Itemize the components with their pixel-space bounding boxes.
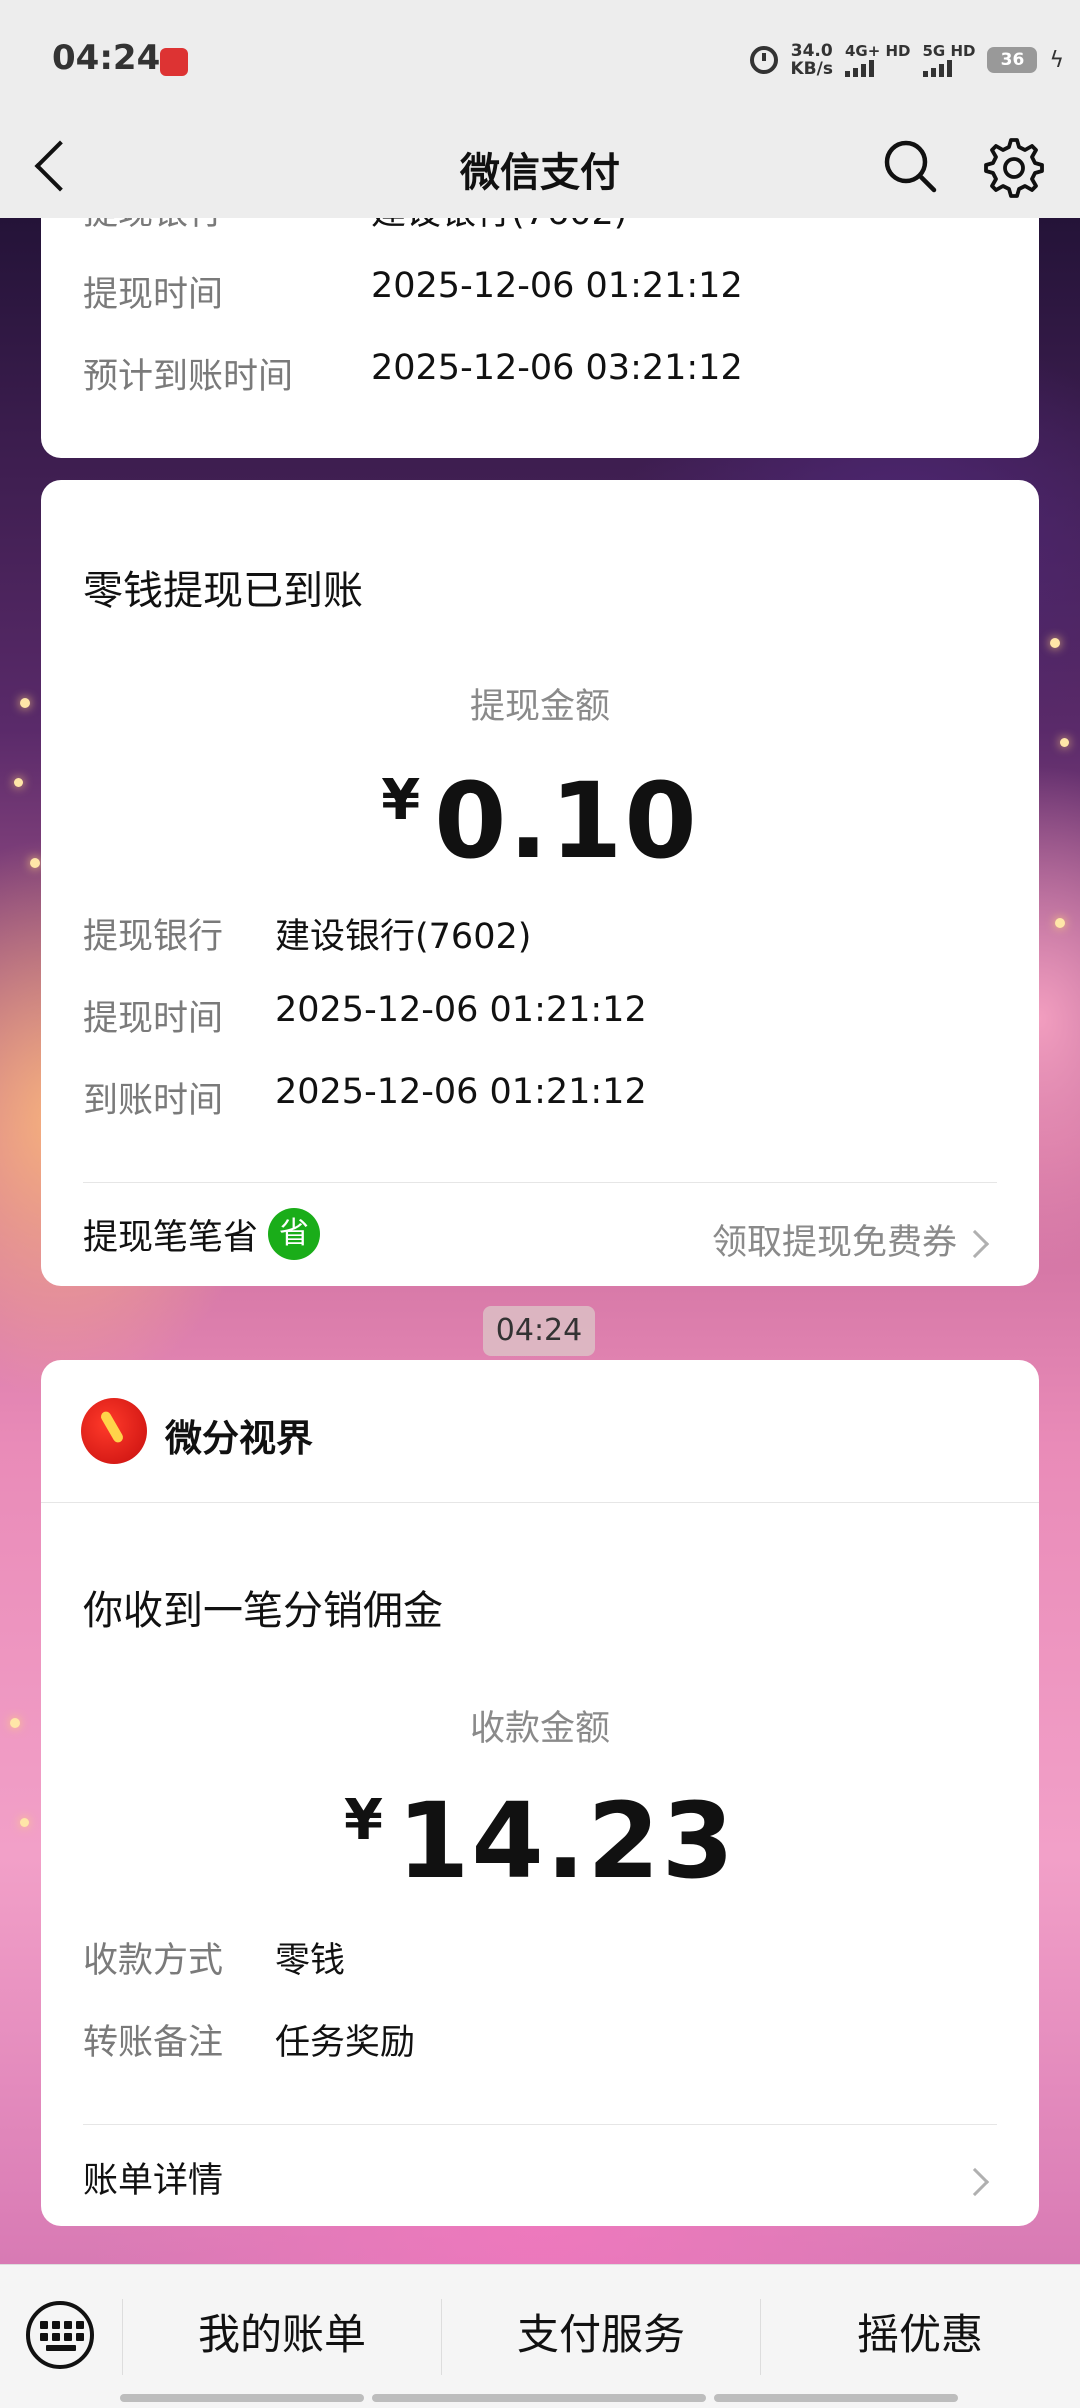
tab-shake-discount[interactable]: 摇优惠 [761, 2295, 1079, 2375]
charging-icon: ϟ [1049, 47, 1064, 73]
message-time: 04:24 [483, 1306, 595, 1356]
status-bar: 04:24 34.0 KB/s 4G+ HD 5G HD 36 ϟ [0, 0, 1080, 118]
detail-row: 提现时间 2025-12-06 01:21:12 [83, 990, 647, 1039]
gesture-bar [372, 2394, 706, 2402]
bill-details-row[interactable]: 账单详情 [83, 2152, 223, 2203]
tab-payment-services[interactable]: 支付服务 [442, 2295, 760, 2375]
detail-row: 到账时间 2025-12-06 01:21:12 [83, 1072, 647, 1121]
chevron-right-icon [960, 2167, 990, 2197]
nav-overlay: 微信支付 [0, 118, 1080, 218]
withdraw-pending-card: 提现银行 建设银行(7602) 提现时间 2025-12-06 01:21:12… [41, 190, 1039, 458]
bottom-bar: 我的账单 支付服务 摇优惠 [0, 2264, 1080, 2408]
merchant-logo-icon [81, 1398, 147, 1464]
card-title: 你收到一笔分销佣金 [83, 1588, 443, 1634]
merchant-name: 微分视界 [165, 1417, 313, 1460]
status-time: 04:24 [52, 38, 161, 78]
sim1-signal: 4G+ HD [844, 43, 911, 77]
sim2-signal: 5G HD [922, 43, 976, 77]
alarm-icon [750, 46, 779, 74]
footer-left-label: 提现笔笔省 [83, 1217, 259, 1258]
detail-row: 预计到账时间 2025-12-06 03:21:12 [83, 348, 743, 397]
search-icon[interactable] [880, 136, 940, 196]
battery-icon: 36 [987, 47, 1038, 73]
card-title: 零钱提现已到账 [83, 568, 363, 614]
get-free-coupon-link[interactable]: 领取提现免费券 [712, 1214, 957, 1265]
free-coupon-row[interactable]: 提现笔笔省 省 [83, 1208, 321, 1260]
signal-bars-icon [844, 59, 911, 77]
divider [41, 1502, 1039, 1503]
divider [83, 2124, 997, 2125]
amount-value: ¥0.10 [381, 760, 699, 882]
network-speed: 34.0 KB/s [790, 41, 833, 79]
gesture-bar [120, 2394, 364, 2402]
detail-row: 收款方式 零钱 [83, 1941, 346, 1981]
detail-row: 提现银行 建设银行(7602) [83, 917, 532, 957]
chevron-right-icon [960, 1229, 990, 1259]
gesture-bar [714, 2394, 958, 2402]
detail-row: 提现时间 2025-12-06 01:21:12 [83, 266, 743, 315]
amount-label: 收款金额 [469, 1709, 610, 1749]
save-badge-icon: 省 [268, 1208, 321, 1260]
commission-card[interactable]: 微分视界 你收到一笔分销佣金 收款金额 ¥14.23 收款方式 零钱 转账备注 … [41, 1360, 1039, 2226]
divider [83, 1182, 997, 1183]
amount-value: ¥14.23 [344, 1780, 736, 1902]
detail-row: 转账备注 任务奖励 [83, 2023, 416, 2063]
app-notification-icon [160, 48, 188, 76]
tab-my-bills[interactable]: 我的账单 [123, 2295, 441, 2375]
amount-label: 提现金额 [469, 687, 610, 727]
gear-icon[interactable] [980, 134, 1044, 198]
signal-bars-icon [922, 59, 976, 77]
status-indicators: 34.0 KB/s 4G+ HD 5G HD 36 ϟ [750, 40, 1064, 80]
keyboard-icon[interactable] [26, 2301, 94, 2369]
withdraw-arrived-card[interactable]: 零钱提现已到账 提现金额 ¥0.10 提现银行 建设银行(7602) 提现时间 … [41, 480, 1039, 1286]
